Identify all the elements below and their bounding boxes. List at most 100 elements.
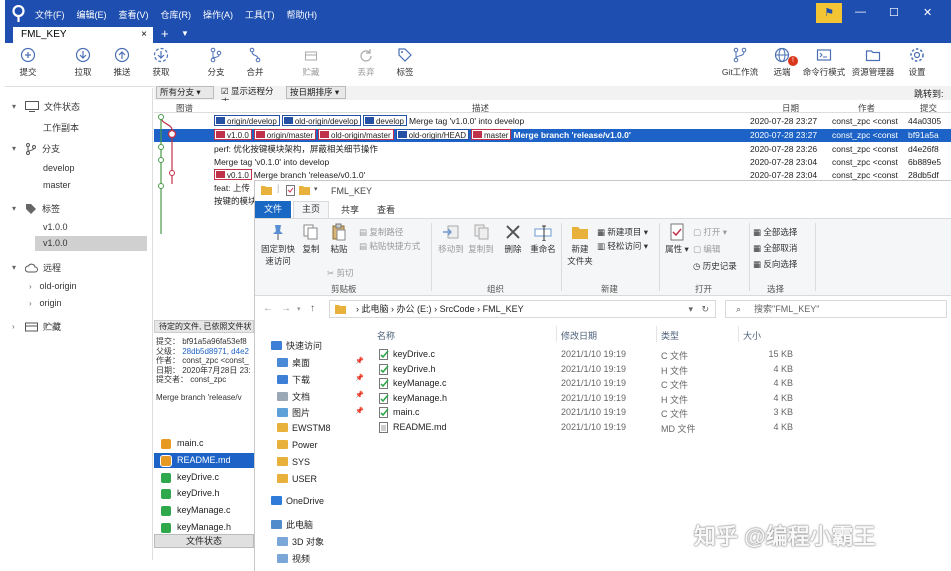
fetch-button[interactable]: 获取 bbox=[141, 47, 181, 78]
terminal-button[interactable]: 命令行模式 bbox=[801, 47, 847, 78]
paste-button[interactable]: 粘贴 bbox=[327, 223, 351, 255]
sidebar-group-remotes[interactable]: ▾ 远程 bbox=[12, 261, 61, 274]
open-button[interactable]: ▢ 打开 ▾ bbox=[693, 226, 727, 238]
explorer-file-row[interactable]: README.md 2021/1/10 19:19 MD 文件 4 KB bbox=[373, 421, 793, 436]
col-graph[interactable]: 图谱 bbox=[176, 102, 193, 114]
breadcrumb-drive[interactable]: 办公 (E:) bbox=[397, 304, 432, 314]
customize-chevron-icon[interactable]: ▾ bbox=[314, 185, 318, 193]
commit-row[interactable]: perf: 优化按键模块架构，屏蔽相关细节操作 2020-07-28 23:26 c… bbox=[154, 143, 951, 156]
commit-row[interactable]: origin/develop old-origin/develop develop M… bbox=[154, 115, 951, 128]
chevron-down-icon[interactable]: ▾ bbox=[12, 144, 20, 153]
ref-label[interactable]: old-origin/master bbox=[318, 129, 394, 140]
explorer-file-row[interactable]: main.c 2021/1/10 19:19 C 文件 3 KB bbox=[373, 406, 793, 421]
chevron-right-icon[interactable]: › bbox=[29, 299, 37, 308]
explorer-file-row[interactable]: keyDrive.c 2021/1/10 19:19 C 文件 15 KB bbox=[373, 348, 793, 363]
ref-label[interactable]: origin/master bbox=[253, 129, 317, 140]
chevron-down-icon[interactable]: ▾ bbox=[12, 204, 20, 213]
nav-pc-item-0[interactable]: 3D 对象 bbox=[277, 535, 324, 548]
nav-item-7[interactable]: USER bbox=[277, 473, 317, 484]
chevron-down-icon[interactable]: ▾ bbox=[12, 263, 20, 272]
nav-item-0[interactable]: 桌面 bbox=[277, 356, 310, 369]
ribbon-tab-view[interactable]: 查看 bbox=[377, 203, 395, 216]
menu-file[interactable]: 文件(F) bbox=[35, 8, 65, 21]
nav-quick-access-item[interactable]: 快速访问 bbox=[271, 339, 322, 352]
ribbon-tab-share[interactable]: 共享 bbox=[341, 203, 359, 216]
chevron-right-icon[interactable]: › bbox=[29, 282, 37, 291]
ref-label[interactable]: old-origin/HEAD bbox=[395, 129, 469, 140]
col-commit[interactable]: 提交 bbox=[920, 102, 937, 114]
tab-list-chevron-icon[interactable]: ▼ bbox=[181, 29, 189, 38]
invert-selection-button[interactable]: ▦ 反向选择 bbox=[753, 258, 797, 270]
commit-row[interactable]: Merge tag 'v0.1.0' into develop 2020-07-2… bbox=[154, 156, 951, 169]
push-button[interactable]: 推送 bbox=[102, 47, 142, 78]
flag-icon[interactable]: ⚑ bbox=[816, 3, 842, 23]
rename-button[interactable]: 重命名 bbox=[529, 223, 557, 255]
ref-label[interactable]: master bbox=[470, 129, 512, 140]
copy-path-button[interactable]: ▤ 复制路径 bbox=[359, 226, 403, 238]
new-item-button[interactable]: ▦ 新建项目 ▾ bbox=[597, 226, 648, 238]
breadcrumb-fml-key[interactable]: FML_KEY bbox=[483, 304, 524, 314]
new-tab-button[interactable]: + bbox=[161, 26, 169, 41]
sidebar-item-working-copy[interactable]: 工作副本 bbox=[43, 121, 79, 134]
menu-help[interactable]: 帮助(H) bbox=[287, 8, 318, 21]
col-description[interactable]: 描述 bbox=[472, 102, 489, 114]
show-remote-checkbox[interactable]: ☑ 显示远程分支 bbox=[218, 86, 282, 107]
sidebar-item-develop[interactable]: develop bbox=[43, 163, 75, 173]
properties-icon[interactable] bbox=[286, 185, 295, 196]
copy-button[interactable]: 复制 bbox=[299, 223, 323, 255]
changed-file-row[interactable]: keyDrive.h bbox=[154, 486, 254, 501]
paste-shortcut-button[interactable]: ▤ 粘贴快捷方式 bbox=[359, 240, 420, 252]
refresh-icon[interactable]: ↻ bbox=[701, 301, 709, 317]
recent-locations-chevron-icon[interactable]: ▾ bbox=[297, 305, 301, 313]
history-button[interactable]: ◷ 历史记录 bbox=[693, 260, 737, 272]
parent-links[interactable]: 28db5d8971, d4e2 bbox=[182, 347, 249, 356]
pull-button[interactable]: 拉取 bbox=[63, 47, 103, 78]
branch-filter-dropdown[interactable]: 所有分支 ▾ bbox=[156, 86, 214, 99]
up-arrow-icon[interactable]: ↑ bbox=[310, 303, 315, 314]
discard-button[interactable]: 丢弃 bbox=[346, 47, 386, 78]
edit-button[interactable]: ▢ 编辑 bbox=[693, 243, 720, 255]
explorer-file-row[interactable]: keyDrive.h 2021/1/10 19:19 H 文件 4 KB bbox=[373, 363, 793, 378]
explorer-button[interactable]: 资源管理器 bbox=[850, 47, 896, 78]
pending-files-bar[interactable]: 待定的文件, 已依照文件状 bbox=[154, 320, 254, 333]
ribbon-tab-file[interactable]: 文件 bbox=[255, 201, 291, 218]
move-to-button[interactable]: 移动到 bbox=[437, 223, 465, 255]
nav-onedrive-item[interactable]: OneDrive bbox=[271, 496, 324, 506]
ref-label[interactable]: origin/develop bbox=[214, 115, 280, 126]
changed-file-row[interactable]: README.md bbox=[154, 452, 254, 468]
new-folder-icon[interactable] bbox=[299, 185, 310, 195]
menu-repository[interactable]: 仓库(R) bbox=[161, 8, 192, 21]
close-button[interactable]: ✕ bbox=[923, 6, 932, 19]
back-arrow-icon[interactable]: ← bbox=[263, 303, 273, 314]
column-header-size[interactable]: 大小 bbox=[743, 329, 761, 342]
ref-label[interactable]: v0.1.0 bbox=[214, 169, 252, 180]
sidebar-group-workspace[interactable]: ▾ 文件状态 bbox=[12, 100, 80, 113]
properties-button[interactable]: 属性 ▾ bbox=[663, 223, 691, 255]
sidebar-group-branches[interactable]: ▾ 分支 bbox=[12, 142, 60, 155]
col-date[interactable]: 日期 bbox=[782, 102, 799, 114]
ribbon-tab-home[interactable]: 主页 bbox=[293, 201, 329, 218]
forward-arrow-icon[interactable]: → bbox=[281, 303, 291, 314]
changed-file-row[interactable]: keyDrive.c bbox=[154, 470, 254, 485]
menu-actions[interactable]: 操作(A) bbox=[203, 8, 233, 21]
sidebar-item-old-origin[interactable]: › old-origin bbox=[29, 281, 77, 291]
col-author[interactable]: 作者 bbox=[858, 102, 875, 114]
sort-dropdown[interactable]: 按日期排序 ▾ bbox=[286, 86, 346, 99]
nav-item-5[interactable]: Power bbox=[277, 440, 318, 450]
pin-quick-access-button[interactable]: 固定到快 速访问 bbox=[259, 223, 297, 267]
nav-item-3[interactable]: 图片 bbox=[277, 406, 310, 419]
address-dropdown-chevron-icon[interactable]: ▾ bbox=[688, 301, 693, 317]
select-all-button[interactable]: ▦ 全部选择 bbox=[753, 226, 797, 238]
merge-button[interactable]: 合并 bbox=[235, 47, 275, 78]
address-bar[interactable]: › 此电脑 › 办公 (E:) › SrcCode › FML_KEY ▾ ↻ bbox=[329, 300, 716, 318]
file-status-tab[interactable]: 文件状态 bbox=[154, 534, 254, 548]
ref-label[interactable]: develop bbox=[362, 115, 407, 126]
search-box[interactable]: ⌕ 搜索"FML_KEY" bbox=[725, 300, 947, 318]
tab-fml-key[interactable]: FML_KEY × bbox=[13, 27, 153, 43]
cut-button[interactable]: ✂ 剪切 bbox=[327, 267, 354, 279]
explorer-file-row[interactable]: keyManage.c 2021/1/10 19:19 C 文件 4 KB bbox=[373, 377, 793, 392]
easy-access-button[interactable]: ▥ 轻松访问 ▾ bbox=[597, 240, 648, 252]
sidebar-item-origin[interactable]: › origin bbox=[29, 298, 62, 308]
explorer-file-row[interactable]: keyManage.h 2021/1/10 19:19 H 文件 4 KB bbox=[373, 392, 793, 407]
git-flow-button[interactable]: Git工作流 bbox=[718, 47, 762, 78]
